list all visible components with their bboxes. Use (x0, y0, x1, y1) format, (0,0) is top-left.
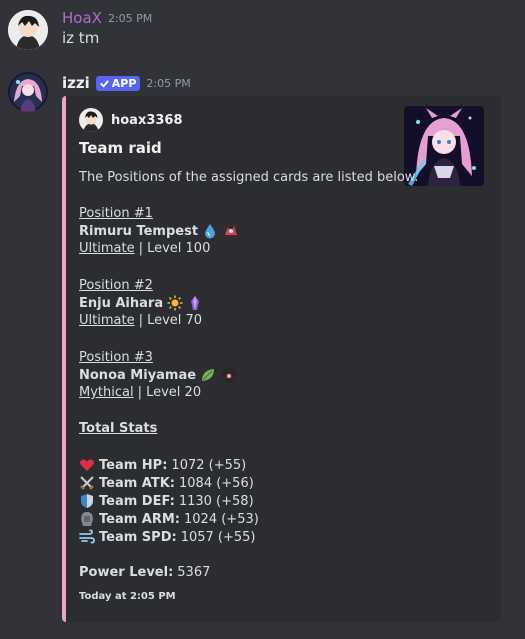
position-label: Position #3 (79, 350, 153, 365)
rarity-line: Mythical | Level 20 (79, 385, 201, 400)
power-level: Power Level: 5367 (79, 565, 210, 580)
embed-footer: Today at 2:05 PM (79, 591, 176, 602)
stat-value: 1130 (+58) (178, 493, 254, 509)
stat-label: Team ATK: (99, 475, 175, 491)
message-hoax: HoaX 2:05 PM iz tm (0, 0, 525, 60)
stat-row: Team ARM: 1024 (+53) (79, 511, 259, 527)
rarity-link[interactable]: Ultimate (79, 313, 135, 328)
stat-value: 1084 (+56) (179, 475, 254, 491)
embed-description: The Positions of the assigned cards are … (79, 170, 419, 185)
card-level: | Level 20 (137, 385, 202, 400)
avatar[interactable] (8, 72, 48, 112)
stat-label: Team ARM: (99, 511, 181, 527)
stat-label: Team SPD: (99, 529, 177, 545)
card-line: Nonoa Miyamae (79, 367, 237, 383)
stat-row: Team HP: 1072 (+55) (79, 457, 246, 473)
stats-heading: Total Stats (79, 421, 158, 436)
app-badge: APP (95, 75, 141, 91)
leaf-icon (200, 367, 216, 383)
card-line: Rimuru Tempest (79, 223, 240, 239)
rarity-link[interactable]: Mythical (79, 385, 134, 400)
position-label: Position #2 (79, 278, 153, 293)
stat-value: 1072 (+55) (171, 457, 247, 473)
card-name: Rimuru Tempest (79, 223, 199, 239)
card-name: Enju Aihara (79, 295, 164, 311)
stat-row: Team ATK: 1084 (+56) (79, 475, 254, 491)
water-drop-icon (202, 223, 218, 239)
stat-label: Team HP: (99, 457, 168, 473)
card-level: | Level 100 (138, 241, 211, 256)
rarity-line: Ultimate | Level 70 (79, 313, 202, 328)
message-text: iz tm (62, 29, 100, 47)
armor-icon (79, 511, 95, 527)
position-label: Position #1 (79, 206, 153, 221)
card-level: | Level 70 (138, 313, 203, 328)
swords-icon (79, 475, 95, 491)
wind-icon (79, 529, 95, 545)
embed-author: hoax3368 (79, 108, 183, 132)
username[interactable]: izzi (62, 74, 90, 92)
stat-label: Team DEF: (99, 493, 175, 509)
crystal-icon (187, 295, 203, 311)
stat-row: Team DEF: 1130 (+58) (79, 493, 254, 509)
izzi-header: izzi APP 2:05 PM (62, 74, 191, 92)
avatar[interactable] (8, 10, 48, 50)
stat-value: 1057 (+55) (180, 529, 256, 545)
card-line: Enju Aihara (79, 295, 203, 311)
checkmark-icon (99, 79, 109, 88)
card-emblem-icon (220, 367, 237, 383)
heart-icon (79, 457, 95, 473)
username[interactable]: HoaX (62, 9, 102, 27)
shield-icon (79, 493, 95, 509)
card-name: Nonoa Miyamae (79, 367, 197, 383)
rarity-line: Ultimate | Level 100 (79, 241, 210, 256)
stat-value: 1024 (+53) (184, 511, 259, 527)
card-emblem-icon (222, 223, 240, 239)
power-value: 5367 (177, 565, 211, 580)
rarity-link[interactable]: Ultimate (79, 241, 135, 256)
author-avatar[interactable] (79, 108, 103, 132)
timestamp: 2:05 PM (146, 76, 191, 90)
timestamp: 2:05 PM (107, 11, 153, 25)
sun-icon (167, 295, 183, 311)
stat-row: Team SPD: 1057 (+55) (79, 529, 255, 545)
embed: hoax3368 Team raid The Positions of the … (62, 96, 501, 622)
power-label: Power Level: (79, 565, 174, 580)
embed-title: Team raid (79, 139, 162, 157)
author-name[interactable]: hoax3368 (111, 113, 183, 128)
